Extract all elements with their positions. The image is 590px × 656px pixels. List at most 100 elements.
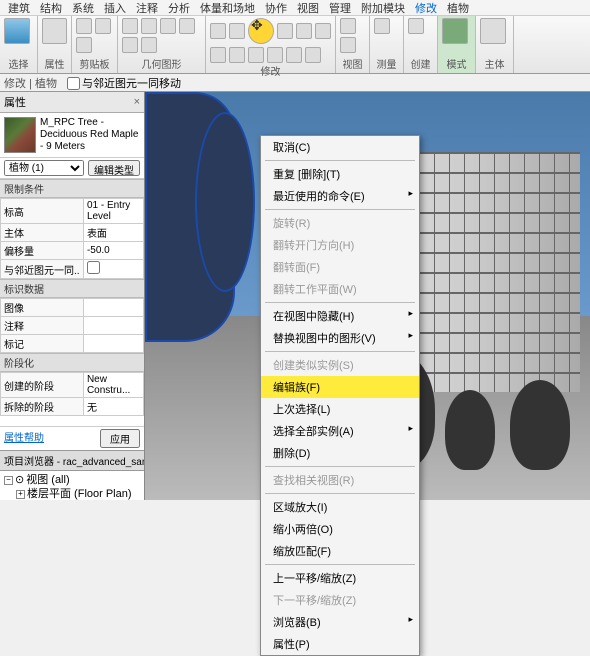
expand-icon[interactable]: − <box>4 476 13 485</box>
geom-icon[interactable] <box>122 37 138 53</box>
optbar-checkbox[interactable]: 与邻近图元一同移动 <box>67 75 181 91</box>
context-item[interactable]: 上次选择(L) <box>261 398 419 420</box>
expand-icon[interactable]: + <box>16 490 25 499</box>
cut-icon[interactable] <box>95 18 111 34</box>
optbar-label: 修改 | 植物 <box>4 75 57 91</box>
context-item[interactable]: 取消(C) <box>261 136 419 158</box>
menu-注释[interactable]: 注释 <box>136 0 158 16</box>
ribbon-label-modify: 修改 <box>210 63 331 79</box>
pin-icon[interactable] <box>286 47 302 63</box>
ribbon-label-select: 选择 <box>4 56 33 72</box>
ribbon-label-clip: 剪贴板 <box>76 56 113 72</box>
project-browser-title: 项目浏览器 - rac_advanced_sample_... <box>0 450 144 471</box>
mirror-icon[interactable] <box>315 23 331 39</box>
context-item[interactable]: 编辑族(F) <box>261 376 419 398</box>
measure-icon[interactable] <box>374 18 390 34</box>
context-item: 旋转(R) <box>261 212 419 234</box>
type-selector[interactable]: M_RPC Tree - Deciduous Red Maple - 9 Met… <box>0 113 144 158</box>
offset-icon[interactable] <box>229 23 245 39</box>
context-item[interactable]: 区域放大(I) <box>261 496 419 518</box>
close-icon[interactable]: × <box>134 96 140 108</box>
ribbon-label-props: 属性 <box>42 56 67 72</box>
apply-button[interactable]: 应用 <box>100 429 140 448</box>
context-item: 翻转开门方向(H) <box>261 234 419 256</box>
copy2-icon[interactable] <box>277 23 293 39</box>
context-item[interactable]: 属性(P) <box>261 633 419 655</box>
menu-结构[interactable]: 结构 <box>40 0 62 16</box>
phase-table[interactable]: 创建的阶段New Constru... 拆除的阶段无 <box>0 372 144 416</box>
ribbon-label-mode: 模式 <box>442 56 471 72</box>
trim-icon[interactable] <box>210 47 226 63</box>
array-icon[interactable] <box>248 47 264 63</box>
context-item: 查找相关视图(R) <box>261 469 419 491</box>
view-icon[interactable] <box>340 37 356 53</box>
geom-icon[interactable] <box>141 18 157 34</box>
menu-管理[interactable]: 管理 <box>329 0 351 16</box>
geom-icon[interactable] <box>179 18 195 34</box>
context-item: 创建类似实例(S) <box>261 354 419 376</box>
menu-系统[interactable]: 系统 <box>72 0 94 16</box>
context-item: 下一平移/缩放(Z) <box>261 589 419 611</box>
geom-icon[interactable] <box>160 18 176 34</box>
delete-icon[interactable] <box>305 47 321 63</box>
context-item[interactable]: 上一平移/缩放(Z) <box>261 567 419 589</box>
menu-分析[interactable]: 分析 <box>168 0 190 16</box>
context-item[interactable]: 删除(D) <box>261 442 419 464</box>
edit-type-button[interactable]: 编辑类型 <box>88 160 140 176</box>
ribbon-label-view: 视图 <box>340 56 365 72</box>
menu-体量和场地[interactable]: 体量和场地 <box>200 0 255 16</box>
ribbon-label-measure: 测量 <box>374 56 399 72</box>
geom-icon[interactable] <box>122 18 138 34</box>
move-icon[interactable] <box>248 18 274 44</box>
sidebar: 属性 × M_RPC Tree - Deciduous Red Maple - … <box>0 92 145 500</box>
context-item: 翻转面(F) <box>261 256 419 278</box>
tree-item[interactable]: +楼层平面 (Floor Plan) <box>2 487 142 500</box>
context-item[interactable]: 缩放匹配(F) <box>261 540 419 562</box>
menu-附加模块[interactable]: 附加模块 <box>361 0 405 16</box>
properties-icon[interactable] <box>42 18 67 44</box>
menu-建筑[interactable]: 建筑 <box>8 0 30 16</box>
menu-修改[interactable]: 修改 <box>415 0 437 16</box>
context-item[interactable]: 缩小两倍(O) <box>261 518 419 540</box>
context-menu[interactable]: 取消(C)重复 [删除](T)最近使用的命令(E)旋转(R)翻转开门方向(H)翻… <box>260 135 420 656</box>
context-item[interactable]: 重复 [删除](T) <box>261 163 419 185</box>
modify-tool-icon[interactable] <box>4 18 30 44</box>
rotate-icon[interactable] <box>296 23 312 39</box>
ribbon-label-host: 主体 <box>480 56 509 72</box>
menu-植物[interactable]: 植物 <box>447 0 469 16</box>
context-item: 翻转工作平面(W) <box>261 278 419 300</box>
context-item[interactable]: 在视图中隐藏(H) <box>261 305 419 327</box>
category-filter[interactable]: 植物 (1) <box>4 160 84 176</box>
edit-family-icon[interactable] <box>442 18 468 44</box>
type-thumbnail <box>4 117 36 153</box>
pick-host-icon[interactable] <box>480 18 506 44</box>
section-constraints: 限制条件 <box>0 179 144 198</box>
context-item[interactable]: 选择全部实例(A) <box>261 420 419 442</box>
menu-协作[interactable]: 协作 <box>265 0 287 16</box>
align-icon[interactable] <box>210 23 226 39</box>
paste-icon[interactable] <box>76 18 92 34</box>
ribbon: 选择 属性 剪贴板 几何图形 修改 视图 测量 创建 模式 主体 <box>0 16 590 74</box>
menubar[interactable]: 建筑结构系统插入注释分析体量和场地协作视图管理附加模块修改植物 <box>0 0 590 16</box>
view-icon[interactable] <box>340 18 356 34</box>
properties-help-link[interactable]: 属性帮助 <box>4 429 44 448</box>
id-table[interactable]: 图像 注释 标记 <box>0 298 144 353</box>
section-id: 标识数据 <box>0 279 144 298</box>
moves-checkbox[interactable] <box>87 261 100 274</box>
type-name: M_RPC Tree - Deciduous Red Maple - 9 Met… <box>40 117 140 153</box>
section-phase: 阶段化 <box>0 353 144 372</box>
context-item[interactable]: 浏览器(B) <box>261 611 419 633</box>
geom-icon[interactable] <box>141 37 157 53</box>
context-item[interactable]: 最近使用的命令(E) <box>261 185 419 207</box>
constraints-table[interactable]: 标高01 - Entry Level 主体表面 偏移量-50.0 与邻近图元一同… <box>0 198 144 279</box>
create-icon[interactable] <box>408 18 424 34</box>
split-icon[interactable] <box>229 47 245 63</box>
menu-视图[interactable]: 视图 <box>297 0 319 16</box>
ribbon-label-geom: 几何图形 <box>122 56 201 72</box>
copy-icon[interactable] <box>76 37 92 53</box>
context-item[interactable]: 替换视图中的图形(V) <box>261 327 419 349</box>
menu-插入[interactable]: 插入 <box>104 0 126 16</box>
properties-panel-title: 属性 × <box>0 92 144 113</box>
scale-icon[interactable] <box>267 47 283 63</box>
project-browser-tree[interactable]: −⊙视图 (all) +楼层平面 (Floor Plan)+天花板平面 (Cei… <box>0 471 144 500</box>
